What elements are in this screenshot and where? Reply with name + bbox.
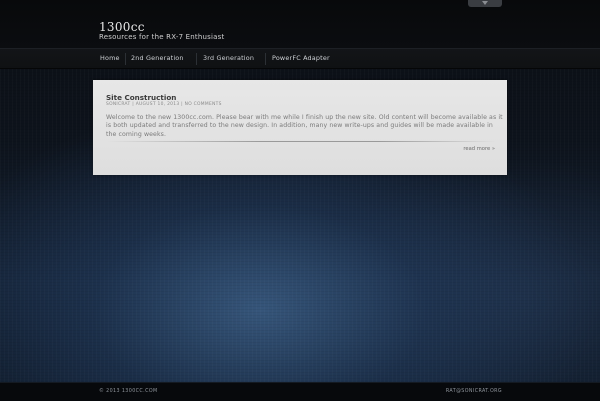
nav-item-home[interactable]: Home [100,49,120,68]
site-footer: © 2013 1300CC.COM RAT@SONICRAT.ORG [0,382,600,401]
footer-copyright: © 2013 1300CC.COM [99,389,158,394]
site-header: 1300cc Resources for the RX-7 Enthusiast [0,0,600,48]
chevron-down-icon [482,1,488,5]
post-date: AUGUST 10, 2013 [135,102,180,107]
post-title[interactable]: Site Construction [106,93,176,102]
site-title[interactable]: 1300cc [99,20,145,34]
nav-item-2nd-generation[interactable]: 2nd Generation [131,49,184,68]
post-divider [106,141,496,142]
dropdown-toggle[interactable] [468,0,502,7]
post-meta: SONICRAT | AUGUST 10, 2013 | NO COMMENTS [106,102,222,107]
post-comments-link[interactable]: NO COMMENTS [185,102,222,107]
post-author[interactable]: SONICRAT [106,102,131,107]
nav-item-3rd-generation[interactable]: 3rd Generation [203,49,254,68]
nav-item-powerfc-adapter[interactable]: PowerFC Adapter [272,49,330,68]
read-more-link[interactable]: read more » [463,146,495,152]
site-tagline: Resources for the RX-7 Enthusiast [99,33,225,41]
nav-separator [265,53,266,65]
nav-separator [125,53,126,65]
nav-separator [196,53,197,65]
blog-post: Site Construction SONICRAT | AUGUST 10, … [93,80,507,175]
footer-email-link[interactable]: RAT@SONICRAT.ORG [446,389,502,394]
main-navigation: Home 2nd Generation 3rd Generation Power… [0,48,600,69]
post-body: Welcome to the new 1300cc.com. Please be… [106,114,503,138]
